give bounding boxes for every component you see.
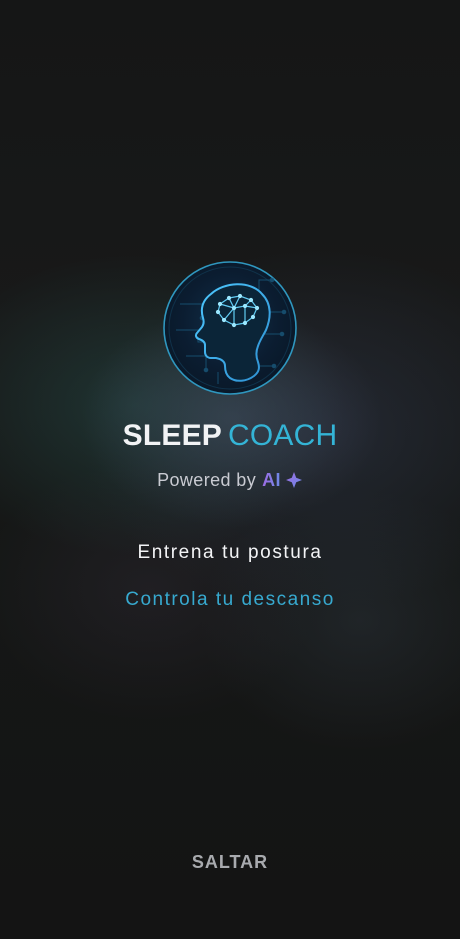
powered-by-ai: Powered by AI [0, 468, 460, 492]
app-title-sleep: SLEEP [122, 419, 223, 452]
sparkle-icon [285, 471, 303, 489]
splash-screen: SLEEP COACH Powered by AI Entrena tu postu… [0, 0, 460, 939]
ai-brain-head-icon [162, 260, 298, 396]
tagline-posture: Entrena tu postura [137, 542, 323, 563]
app-title: SLEEP COACH [0, 418, 460, 454]
ai-badge: AI [262, 470, 281, 490]
tagline-rest: Controla tu descanso [125, 589, 335, 610]
skip-button[interactable]: SALTAR [170, 840, 290, 884]
powered-by-label: Powered by [157, 470, 257, 490]
app-title-coach: COACH [228, 419, 338, 452]
